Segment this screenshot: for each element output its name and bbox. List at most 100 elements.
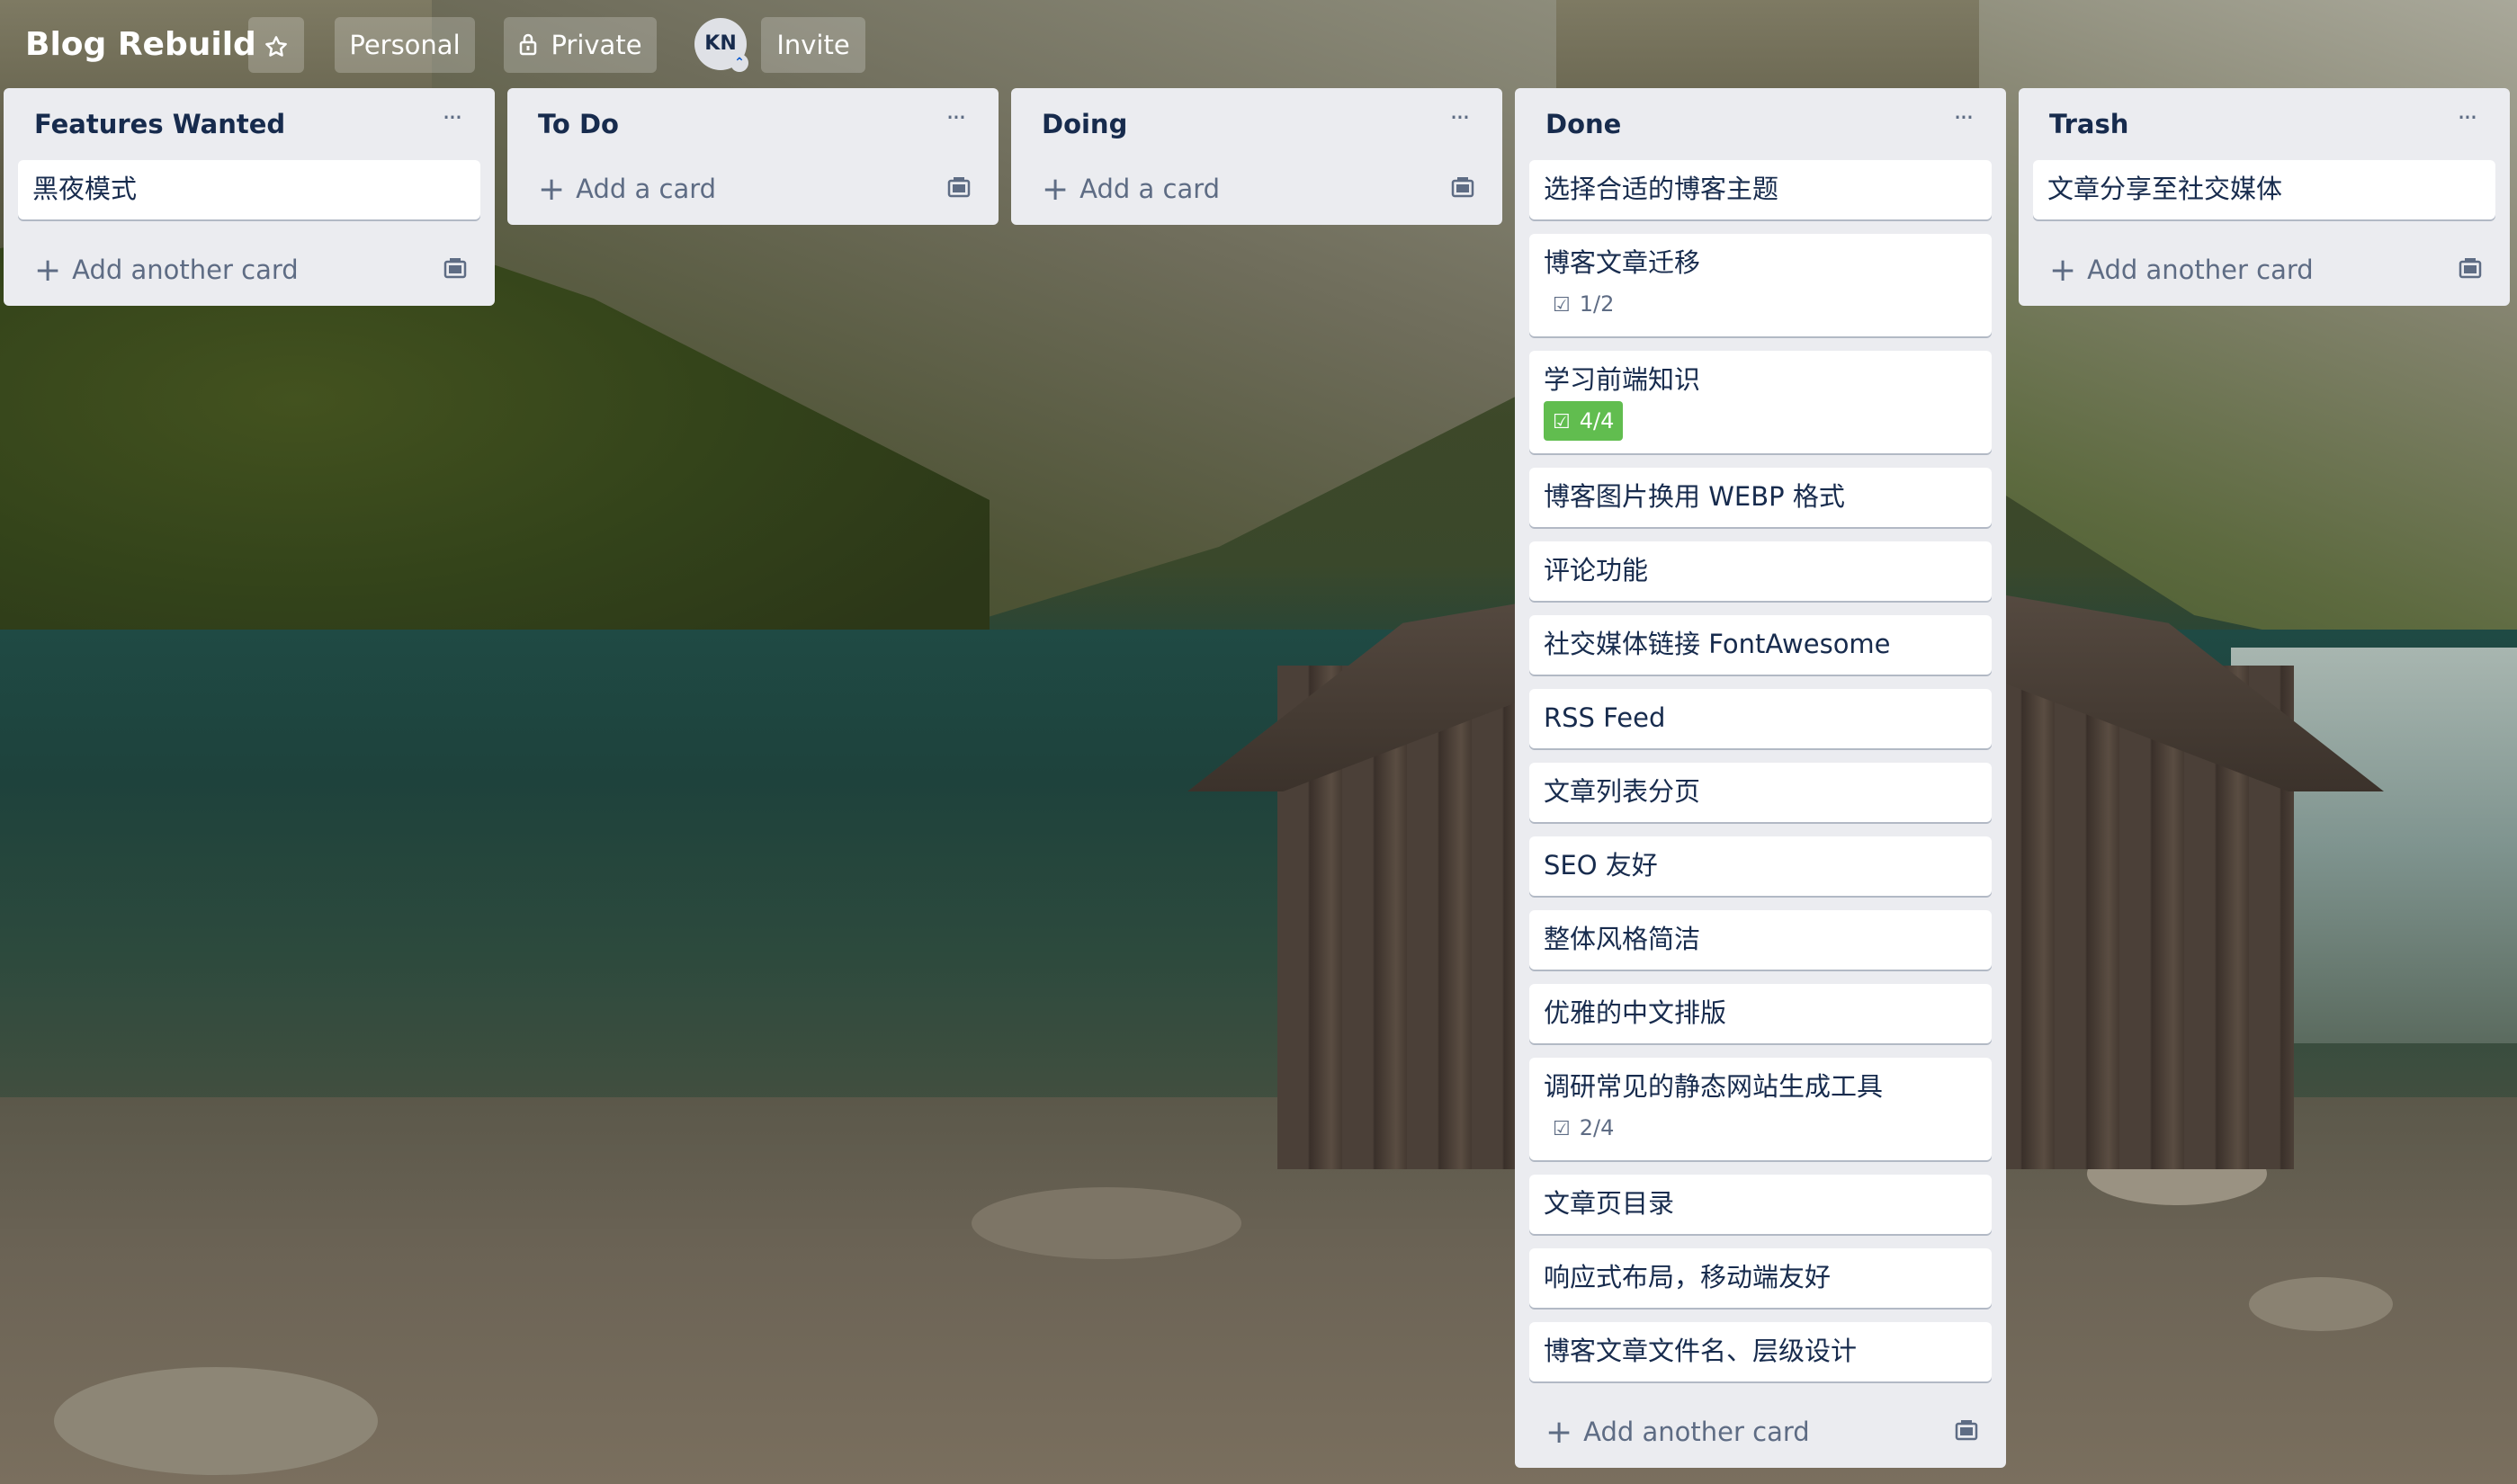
board-header: Blog Rebuild Personal Private KN ⌃ Invit… [0,0,2517,90]
card[interactable]: 黑夜模式 [18,160,480,219]
card[interactable]: 文章分享至社交媒体 [2033,160,2495,219]
list-title[interactable]: Done [1545,106,1621,142]
background-lake-far [2231,648,2517,1043]
list-trash: Trash ··· 文章分享至社交媒体 + Add another card [2019,88,2510,306]
card-title: 学习前端知识 [1544,364,1701,395]
plus-icon: + [2049,252,2077,289]
card-title: 调研常见的静态网站生成工具 [1544,1071,1884,1102]
card[interactable]: 学习前端知识 ☑ 4/4 [1529,351,1992,453]
workspace-button[interactable]: Personal [335,17,475,73]
card-title: 选择合适的博客主题 [1544,174,1779,204]
list-title[interactable]: Doing [1042,106,1127,142]
list-header: Doing ··· [1026,88,1488,160]
card-title: 博客图片换用 WEBP 格式 [1544,481,1845,512]
card-template-icon[interactable] [443,257,468,281]
card-template-icon[interactable] [1450,176,1475,200]
add-card-label: Add a card [1079,174,1221,204]
card-title: 社交媒体链接 FontAwesome [1544,629,1891,659]
list-title[interactable]: Trash [2049,106,2128,142]
list-to-do: To Do ··· + Add a card [507,88,999,225]
plus-icon: + [1545,1414,1573,1451]
invite-button[interactable]: Invite [761,17,865,73]
list-menu-icon[interactable]: ··· [1441,104,1477,140]
card-title: 优雅的中文排版 [1544,997,1727,1028]
checklist-icon: ☑ [1553,294,1571,317]
avatar[interactable]: KN ⌃ [694,18,748,72]
list-menu-icon[interactable]: ··· [434,104,470,140]
card-title: 博客文章文件名、层级设计 [1544,1336,1858,1366]
card[interactable]: SEO 友好 [1529,836,1992,896]
admin-badge-icon: ⌃ [730,54,748,72]
card-title: 文章页目录 [1544,1188,1675,1219]
card-badges: ☑ 4/4 [1544,401,1977,441]
visibility-label: Private [551,30,642,60]
card[interactable]: 整体风格简洁 [1529,910,1992,970]
list-menu-icon[interactable]: ··· [1945,104,1981,140]
add-card-button[interactable]: + Add a card [1026,153,1488,225]
card-title: 整体风格简洁 [1544,924,1701,954]
checklist-count: 2/4 [1579,1115,1615,1140]
list-title[interactable]: To Do [538,106,619,142]
card-title: 黑夜模式 [32,174,138,204]
card[interactable]: 博客文章文件名、层级设计 [1529,1322,1992,1381]
card[interactable]: 文章列表分页 [1529,763,1992,822]
board-title[interactable]: Blog Rebuild [25,22,256,68]
checklist-badge-complete: ☑ 4/4 [1544,401,1624,441]
card[interactable]: 博客文章迁移 ☑ 1/2 [1529,234,1992,336]
invite-label: Invite [776,30,850,60]
list-header: To Do ··· [522,88,984,160]
card[interactable]: 文章页目录 [1529,1175,1992,1234]
background-lake [0,630,2517,1133]
lock-icon [518,19,538,75]
list-title[interactable]: Features Wanted [34,106,285,142]
card-title: 博客文章迁移 [1544,247,1701,278]
add-card-button[interactable]: + Add another card [18,234,480,306]
card[interactable]: 选择合适的博客主题 [1529,160,1992,219]
card[interactable]: 社交媒体链接 FontAwesome [1529,615,1992,675]
visibility-button[interactable]: Private [504,17,657,73]
add-card-button[interactable]: + Add a card [522,153,984,225]
checklist-count: 4/4 [1579,408,1615,434]
list-header: Trash ··· [2033,88,2495,160]
checklist-badge: ☑ 1/2 [1544,284,1623,324]
card-badges: ☑ 2/4 [1544,1108,1977,1148]
star-button[interactable] [248,17,304,73]
star-icon [265,36,287,57]
add-card-label: Add another card [1583,1417,1810,1447]
background-rock [2249,1277,2393,1331]
card[interactable]: 评论功能 [1529,541,1992,601]
card-title: SEO 友好 [1544,850,1658,881]
card[interactable]: 优雅的中文排版 [1529,984,1992,1043]
card[interactable]: 调研常见的静态网站生成工具 ☑ 2/4 [1529,1058,1992,1160]
card-title: 评论功能 [1544,555,1649,586]
card-badges: ☑ 1/2 [1544,284,1977,324]
background-rock [54,1367,378,1475]
card-template-icon[interactable] [1954,1419,1979,1443]
card[interactable]: 博客图片换用 WEBP 格式 [1529,468,1992,527]
workspace-label: Personal [349,30,461,60]
list-features-wanted: Features Wanted ··· 黑夜模式 + Add another ca… [4,88,495,306]
list-menu-icon[interactable]: ··· [2449,104,2485,140]
plus-icon: + [538,171,566,208]
list-header: Done ··· [1529,88,1992,160]
card-title: RSS Feed [1544,702,1666,733]
checklist-count: 1/2 [1579,291,1615,317]
card[interactable]: RSS Feed [1529,689,1992,748]
plus-icon: + [34,252,62,289]
background-rock [2087,1142,2267,1205]
card-title: 文章分享至社交媒体 [2047,174,2283,204]
add-card-button[interactable]: + Add another card [2033,234,2495,306]
list-header: Features Wanted ··· [18,88,480,160]
checklist-icon: ☑ [1553,411,1571,434]
background-shore [0,1097,2517,1484]
card[interactable]: 响应式布局，移动端友好 [1529,1248,1992,1308]
add-card-label: Add a card [576,174,717,204]
list-done: Done ··· 选择合适的博客主题 博客文章迁移 ☑ 1/2 学习前端知识 ☑ 4… [1515,88,2006,1468]
add-card-button[interactable]: + Add another card [1529,1396,1992,1468]
card-template-icon[interactable] [2458,257,2483,281]
list-menu-icon[interactable]: ··· [937,104,973,140]
avatar-initials: KN [704,32,737,55]
card-title: 文章列表分页 [1544,776,1701,807]
card-template-icon[interactable] [946,176,972,200]
add-card-label: Add another card [72,255,299,285]
